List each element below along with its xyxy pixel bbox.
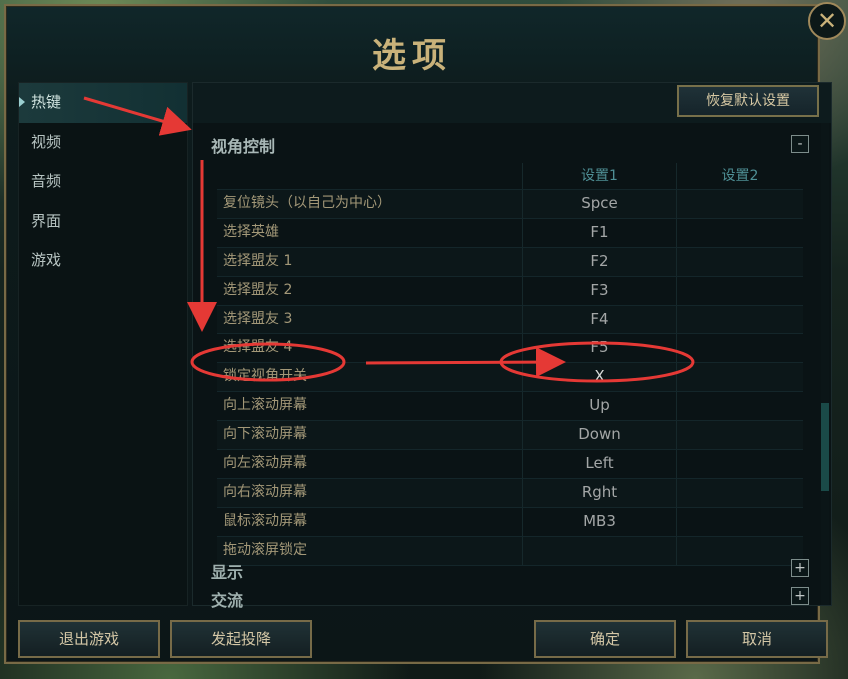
- section-display-title[interactable]: 显示: [211, 559, 243, 583]
- binding1-cell[interactable]: Left: [523, 450, 677, 478]
- header-binding2: 设置2: [721, 168, 759, 184]
- table-row: 向右滚动屏幕 Rght: [217, 478, 803, 508]
- action-label: 选择盟友 4: [217, 334, 523, 363]
- action-label: 拖动滚屏锁定: [217, 536, 523, 565]
- binding2-cell[interactable]: [677, 537, 803, 565]
- action-label: 向右滚动屏幕: [217, 478, 523, 507]
- binding2-cell[interactable]: [677, 190, 803, 218]
- keybind-table: 设置1 设置2 复位镜头（以自己为中心） Spce 选择英雄 F1 选择盟友 1…: [217, 163, 803, 566]
- header-binding1: 设置1: [523, 163, 677, 189]
- sidebar-item-video[interactable]: 视频: [19, 123, 187, 163]
- table-row: 复位镜头（以自己为中心） Spce: [217, 190, 803, 219]
- table-row: 选择盟友 1 F2: [217, 247, 803, 277]
- scrollbar-thumb[interactable]: [821, 403, 829, 491]
- expand-display-button[interactable]: +: [791, 559, 809, 577]
- table-row: 拖动滚屏锁定: [217, 536, 803, 566]
- binding1-cell[interactable]: X: [523, 363, 677, 392]
- ok-button[interactable]: 确定: [534, 620, 676, 658]
- binding1-cell[interactable]: F4: [523, 305, 677, 334]
- sidebar-item-interface[interactable]: 界面: [19, 202, 187, 242]
- binding1-cell[interactable]: Up: [523, 392, 677, 421]
- binding1-cell[interactable]: Rght: [523, 478, 677, 507]
- action-label: 选择盟友 3: [217, 305, 523, 334]
- header-action: [217, 163, 523, 189]
- binding1-cell[interactable]: MB3: [523, 507, 677, 536]
- action-label: 向下滚动屏幕: [217, 421, 523, 450]
- exit-game-button[interactable]: 退出游戏: [18, 620, 160, 658]
- binding2-cell[interactable]: [677, 508, 803, 536]
- action-label: 锁定视角开关: [217, 363, 523, 392]
- action-label: 复位镜头（以自己为中心）: [217, 190, 523, 218]
- scrollbar[interactable]: [821, 123, 829, 605]
- close-icon[interactable]: ✕: [808, 2, 846, 40]
- table-row: 向下滚动屏幕 Down: [217, 421, 803, 451]
- action-label: 选择盟友 1: [217, 247, 523, 276]
- section-camera-title: 视角控制: [211, 137, 276, 156]
- reset-defaults-button[interactable]: 恢复默认设置: [677, 85, 819, 117]
- cancel-button[interactable]: 取消: [686, 620, 828, 658]
- table-row: 向左滚动屏幕 Left: [217, 450, 803, 479]
- binding2-cell[interactable]: [677, 334, 803, 362]
- table-row: 选择盟友 3 F4: [217, 305, 803, 335]
- sidebar: 热键 视频 音频 界面 游戏: [18, 82, 188, 606]
- panel-toolbar: 恢复默认设置: [193, 83, 831, 123]
- table-row: 向上滚动屏幕 Up: [217, 392, 803, 422]
- action-label: 选择盟友 2: [217, 276, 523, 305]
- sidebar-item-hotkeys[interactable]: 热键: [19, 83, 187, 123]
- table-row: 鼠标滚动屏幕 MB3: [217, 507, 803, 537]
- binding1-cell[interactable]: Spce: [523, 190, 677, 218]
- sidebar-item-audio[interactable]: 音频: [19, 162, 187, 202]
- table-header: 设置1 设置2: [217, 163, 803, 190]
- action-label: 向左滚动屏幕: [217, 450, 523, 478]
- binding2-cell[interactable]: [677, 248, 803, 276]
- action-label: 选择英雄: [217, 218, 523, 247]
- binding2-cell[interactable]: [677, 450, 803, 478]
- binding1-cell[interactable]: F1: [523, 218, 677, 247]
- table-row: 选择英雄 F1: [217, 218, 803, 248]
- binding2-cell[interactable]: [677, 479, 803, 507]
- binding2-cell[interactable]: [677, 392, 803, 420]
- binding2-cell[interactable]: [677, 219, 803, 247]
- binding1-cell[interactable]: F2: [523, 247, 677, 276]
- collapse-section-button[interactable]: -: [791, 135, 809, 153]
- binding2-cell[interactable]: [677, 306, 803, 334]
- surrender-button[interactable]: 发起投降: [170, 620, 312, 658]
- section-chat-title[interactable]: 交流: [211, 587, 243, 611]
- action-label: 向上滚动屏幕: [217, 392, 523, 421]
- binding1-cell[interactable]: F5: [523, 334, 677, 363]
- options-dialog: 选项 热键 视频 音频 界面 游戏 恢复默认设置 视角控制 - 设置1 设置2 …: [4, 4, 832, 664]
- binding1-cell[interactable]: F3: [523, 276, 677, 305]
- hotkeys-panel: 恢复默认设置 视角控制 - 设置1 设置2 复位镜头（以自己为中心） Spce …: [192, 82, 832, 610]
- binding1-cell[interactable]: [523, 536, 677, 565]
- table-row: 锁定视角开关 X: [217, 363, 803, 393]
- binding2-cell[interactable]: [677, 277, 803, 305]
- dialog-title: 选项: [372, 36, 452, 76]
- sidebar-item-game[interactable]: 游戏: [19, 241, 187, 281]
- table-row: 选择盟友 4 F5: [217, 334, 803, 364]
- dialog-footer: 退出游戏 发起投降 确定 取消: [0, 610, 848, 668]
- binding2-cell[interactable]: [677, 363, 803, 391]
- binding2-cell[interactable]: [677, 421, 803, 449]
- table-row: 选择盟友 2 F3: [217, 276, 803, 306]
- expand-chat-button[interactable]: +: [791, 587, 809, 605]
- action-label: 鼠标滚动屏幕: [217, 507, 523, 536]
- binding1-cell[interactable]: Down: [523, 421, 677, 450]
